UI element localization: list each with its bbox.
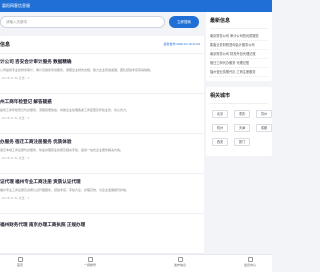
city-grid: 北京 重庆 苏州 杭州 天津 成都 西安 厦门 bbox=[210, 107, 272, 152]
search-bar: 请输入关键词 立即搜索 bbox=[0, 14, 205, 30]
article-desc: 提供工商年检登记代办服务，流程简便快捷，协助企业处理各类工商变更及年检业务，省心… bbox=[0, 108, 130, 112]
article-list-meta: 最新发布 2026-10-18 21:06 bbox=[163, 42, 200, 46]
article-item[interactable]: 证代理 福州专业工商注册 资质认证代理 福州专业工商注册及资质认证代理服务，经验… bbox=[0, 174, 204, 214]
latest-news-card: 最新信息 南京财务公司 审计公司的优质服务 集客业务财税咨询会计服务公司 南京财… bbox=[206, 12, 272, 81]
article-item[interactable]: 计公司 咨安会计审计服务 数据精确 公司提供专业的财务审计、审计及税务筹划服务，… bbox=[0, 54, 204, 94]
city-link[interactable]: 厦门 bbox=[234, 138, 250, 146]
related-cities-card: 相关城市 北京 重庆 苏州 杭州 天津 成都 西安 厦门 bbox=[206, 87, 272, 156]
article-title[interactable]: 办服务 宿迁工商注册服务 优质体验 bbox=[0, 139, 71, 145]
article-title[interactable]: 福州财务代理 南京办理工商执照 正规办理 bbox=[0, 222, 85, 228]
city-link[interactable]: 北京 bbox=[212, 110, 228, 118]
article-title[interactable]: 计公司 咨安会计审计服务 数据精确 bbox=[0, 59, 71, 65]
latest-news-item[interactable]: 南京财务公司 审计公司的优质服务 bbox=[210, 32, 268, 41]
city-link[interactable]: 成都 bbox=[256, 124, 272, 132]
nav-post[interactable]: 发布信息 bbox=[160, 257, 200, 267]
latest-news-item[interactable]: 福州营业执照代办 工商注册服务 bbox=[210, 68, 268, 77]
article-desc: 福州专业工商注册及资质认证代理服务，经验丰富，手续齐全，办理高效，为企业发展保驾… bbox=[0, 188, 130, 192]
nav-label: 会员中心 bbox=[243, 263, 256, 267]
bottom-nav: 首页 一键拨号 发布信息 会员中心 bbox=[0, 254, 272, 272]
search-input[interactable]: 请输入关键词 bbox=[0, 16, 165, 28]
nav-label: 首页 bbox=[16, 263, 23, 267]
user-icon bbox=[247, 257, 253, 262]
article-item[interactable]: 福州财务代理 南京办理工商执照 正规办理 bbox=[0, 214, 204, 254]
related-cities-title: 相关城市 bbox=[210, 92, 268, 104]
nav-label: 一键拨号 bbox=[83, 263, 96, 267]
latest-news-item[interactable]: 集客业务财税咨询会计服务公司 bbox=[210, 41, 268, 50]
nav-member[interactable]: 会员中心 bbox=[230, 257, 270, 267]
edit-icon bbox=[177, 257, 183, 262]
latest-news-item[interactable]: 宿迁工商代办服务 代理记账 bbox=[210, 59, 268, 68]
article-date: · 10-18 17:11 点击：3 bbox=[0, 116, 30, 120]
city-link[interactable]: 西安 bbox=[212, 138, 228, 146]
site-title: 磐阳网客信息服 bbox=[2, 3, 30, 8]
article-title[interactable]: 证代理 福州专业工商注册 资质认证代理 bbox=[0, 179, 81, 185]
article-title[interactable]: 州工商年检登记 解答疑惑 bbox=[0, 99, 52, 105]
city-link[interactable]: 苏州 bbox=[256, 110, 272, 118]
article-date: · 10-18 17:10 点击：4 bbox=[0, 76, 30, 80]
article-item[interactable]: 办服务 宿迁工商注册服务 优质体验 宿迁本地工商注册代办服务，快速办理营业执照及… bbox=[0, 134, 204, 174]
article-list-header: 信息 最新发布 2026-10-18 21:06 bbox=[0, 36, 204, 54]
article-item[interactable]: 州工商年检登记 解答疑惑 提供工商年检登记代办服务，流程简便快捷，协助企业处理各… bbox=[0, 94, 204, 134]
sidebar: 最新信息 南京财务公司 审计公司的优质服务 集客业务财税咨询会计服务公司 南京财… bbox=[206, 12, 272, 162]
article-list-title: 信息 bbox=[0, 42, 11, 48]
article-date: · 10-18 17:11 点击：3 bbox=[0, 156, 30, 160]
search-button[interactable]: 立即搜索 bbox=[169, 16, 199, 28]
nav-home[interactable]: 首页 bbox=[0, 257, 40, 267]
site-header: 磐阳网客信息服 bbox=[0, 0, 272, 12]
article-desc: 宿迁本地工商注册代办服务，快速办理营业执照及相关手续，提供一站式企业服务解决方案… bbox=[0, 148, 124, 152]
article-date: · 10-18 17:11 点击：1 bbox=[0, 196, 30, 200]
search-placeholder: 请输入关键词 bbox=[6, 20, 27, 24]
nav-call[interactable]: 一键拨号 bbox=[70, 257, 110, 267]
home-icon bbox=[17, 257, 23, 262]
phone-icon bbox=[87, 257, 93, 262]
latest-news-item[interactable]: 南京财务公司 财务外包代理记账 bbox=[210, 50, 268, 59]
city-link[interactable]: 重庆 bbox=[234, 110, 250, 118]
article-desc: 公司提供专业的财务审计、审计及税务筹划服务，保障企业财务合规，助力企业稳健发展，… bbox=[0, 68, 154, 72]
nav-label: 发布信息 bbox=[173, 263, 186, 267]
city-link[interactable]: 杭州 bbox=[212, 124, 228, 132]
latest-news-title: 最新信息 bbox=[210, 17, 268, 29]
article-list: 信息 最新发布 2026-10-18 21:06 计公司 咨安会计审计服务 数据… bbox=[0, 36, 204, 262]
city-link[interactable]: 天津 bbox=[234, 124, 250, 132]
